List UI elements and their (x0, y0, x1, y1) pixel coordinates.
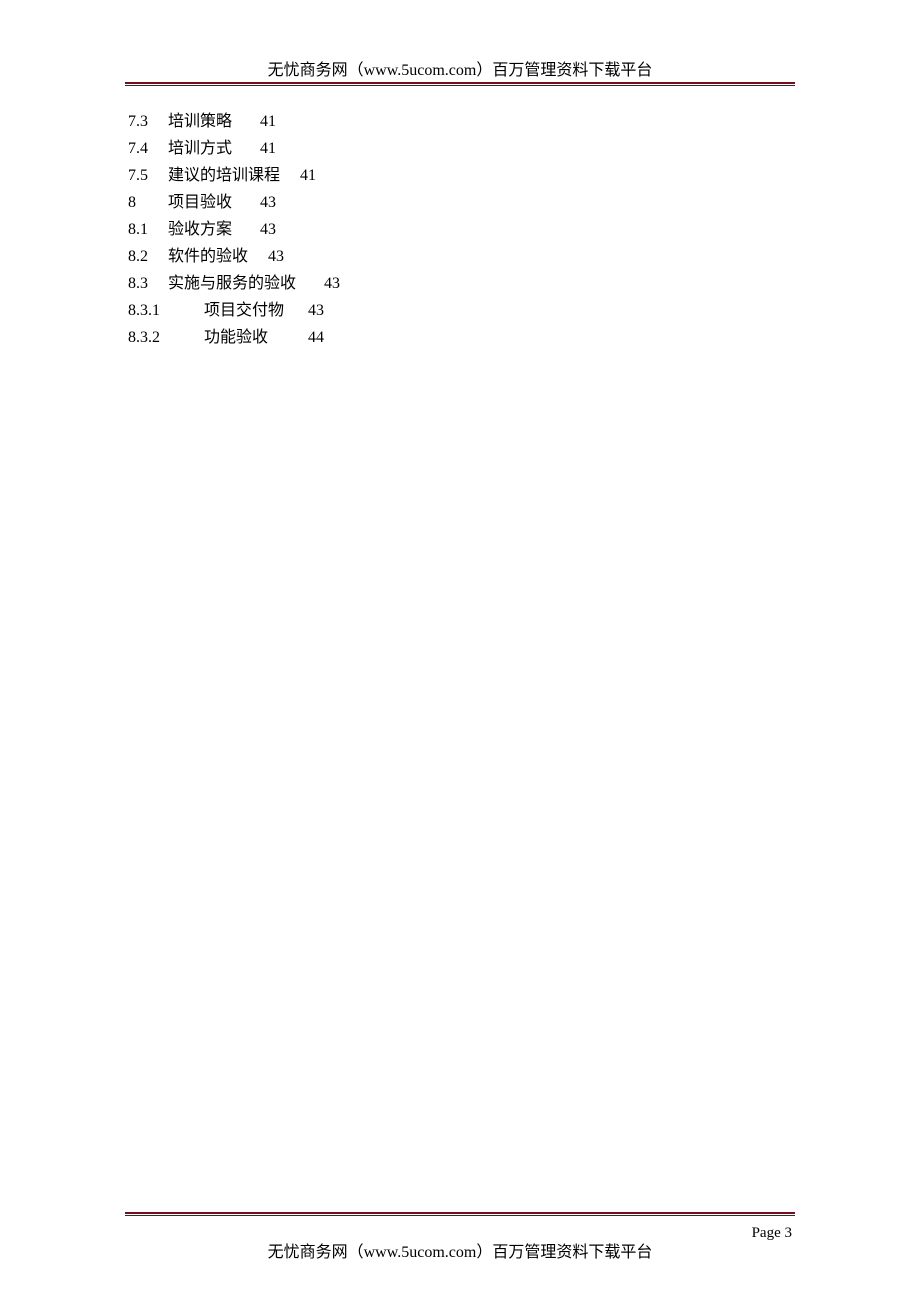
toc-entry: 8.2软件的验收43 (128, 243, 340, 270)
header-text: 无忧商务网（www.5ucom.com）百万管理资料下载平台 (268, 62, 653, 79)
toc-page: 43 (324, 270, 340, 297)
toc-number: 7.5 (128, 162, 168, 189)
toc-number: 7.4 (128, 135, 168, 162)
toc-page: 41 (260, 135, 276, 162)
toc-entry: 7.4培训方式41 (128, 135, 340, 162)
toc-entry: 7.5建议的培训课程41 (128, 162, 340, 189)
toc-number: 8 (128, 189, 168, 216)
toc-entry: 8.3.2功能验收44 (128, 324, 340, 351)
table-of-contents: 7.3培训策略417.4培训方式417.5建议的培训课程418项目验收438.1… (128, 108, 340, 351)
toc-title: 功能验收 (204, 324, 308, 351)
toc-page: 43 (308, 297, 324, 324)
footer-text: 无忧商务网（www.5ucom.com）百万管理资料下载平台 (0, 1238, 920, 1262)
toc-entry: 7.3培训策略41 (128, 108, 340, 135)
toc-page: 41 (300, 162, 316, 189)
toc-number: 8.1 (128, 216, 168, 243)
toc-number: 8.3.1 (128, 297, 204, 324)
footer-rule (125, 1212, 795, 1216)
toc-title: 建议的培训课程 (168, 162, 300, 189)
toc-title: 项目验收 (168, 189, 260, 216)
toc-page: 43 (260, 189, 276, 216)
toc-page: 43 (260, 216, 276, 243)
toc-title: 验收方案 (168, 216, 260, 243)
toc-title: 培训策略 (168, 108, 260, 135)
toc-page: 44 (308, 324, 324, 351)
toc-title: 实施与服务的验收 (168, 270, 324, 297)
toc-entry: 8.1验收方案43 (128, 216, 340, 243)
toc-number: 8.3.2 (128, 324, 204, 351)
page-header: 无忧商务网（www.5ucom.com）百万管理资料下载平台 (0, 56, 920, 80)
toc-entry: 8项目验收43 (128, 189, 340, 216)
toc-number: 8.3 (128, 270, 168, 297)
toc-entry: 8.3.1项目交付物43 (128, 297, 340, 324)
toc-page: 43 (268, 243, 284, 270)
toc-entry: 8.3实施与服务的验收43 (128, 270, 340, 297)
header-rule (125, 82, 795, 86)
toc-number: 8.2 (128, 243, 168, 270)
toc-number: 7.3 (128, 108, 168, 135)
toc-page: 41 (260, 108, 276, 135)
toc-title: 项目交付物 (204, 297, 308, 324)
toc-title: 培训方式 (168, 135, 260, 162)
document-page: 无忧商务网（www.5ucom.com）百万管理资料下载平台 7.3培训策略41… (0, 0, 920, 1302)
toc-title: 软件的验收 (168, 243, 268, 270)
